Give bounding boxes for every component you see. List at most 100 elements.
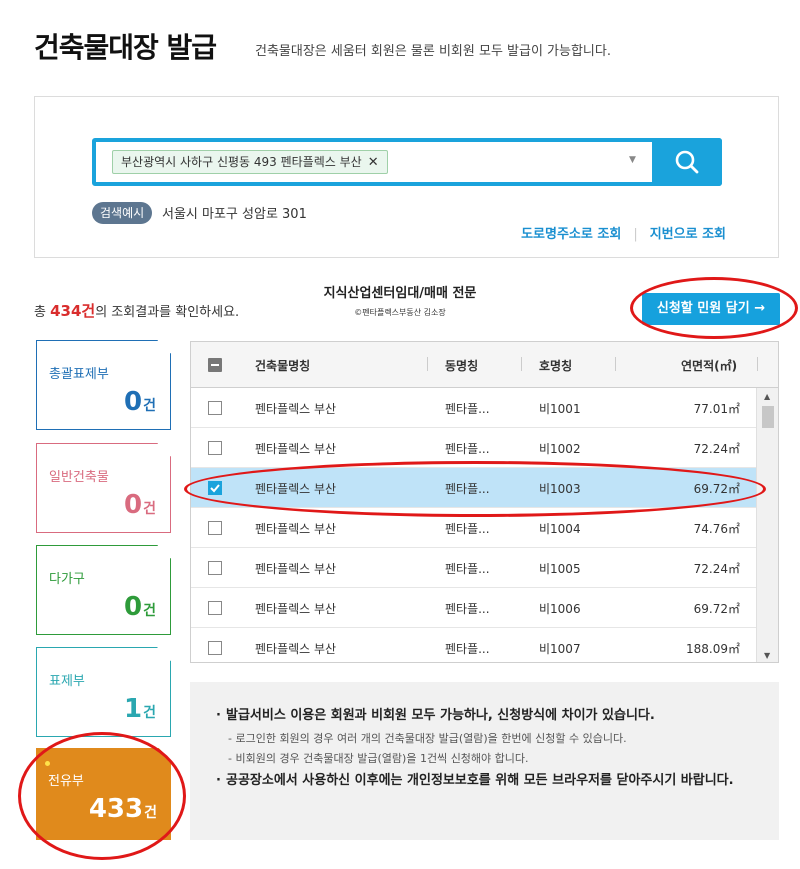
card-count-number: 0 <box>124 490 143 520</box>
card-count-unit: 건 <box>143 398 156 414</box>
select-all-checkbox[interactable] <box>208 358 222 372</box>
link-divider: | <box>633 227 638 242</box>
cell-dong: 펜타플... <box>445 642 490 656</box>
scroll-down-icon[interactable]: ▼ <box>764 651 770 660</box>
search-tag-label: 부산광역시 사하구 신평동 493 펜타플렉스 부산 <box>121 155 362 169</box>
cell-building-name: 펜타플렉스 부산 <box>255 482 337 496</box>
table-scrollbar[interactable]: ▲ ▼ <box>756 388 778 662</box>
cell-area: 69.72㎡ <box>693 602 740 616</box>
cell-dong: 펜타플... <box>445 482 490 496</box>
table-row[interactable]: 펜타플렉스 부산 펜타플... 비1005 72.24㎡ <box>191 548 758 588</box>
cell-area: 72.24㎡ <box>693 562 740 576</box>
header-divider <box>427 357 428 371</box>
header-divider <box>521 357 522 371</box>
category-card-general-building[interactable]: 일반건축물 0건 <box>36 443 171 533</box>
tag-close-icon[interactable]: ✕ <box>368 155 379 170</box>
search-button[interactable] <box>652 138 722 186</box>
card-label: 다가구 <box>49 572 85 587</box>
table-row[interactable]: 펜타플렉스 부산 펜타플... 비1001 77.01㎡ <box>191 388 758 428</box>
card-count-number: 1 <box>124 694 143 724</box>
card-label: 일반건축물 <box>49 470 109 485</box>
cell-building-name: 펜타플렉스 부산 <box>255 562 337 576</box>
row-checkbox[interactable] <box>208 401 222 415</box>
result-number: 434건 <box>50 302 96 320</box>
row-checkbox[interactable] <box>208 561 222 575</box>
page-description: 건축물대장은 세움터 회원은 물론 비회원 모두 발급이 가능합니다. <box>255 44 611 59</box>
chevron-down-icon[interactable]: ▼ <box>629 155 636 165</box>
table-row[interactable]: 펜타플렉스 부산 펜타플... 비1007 188.09㎡ <box>191 628 758 662</box>
results-table: 건축물명칭 동명칭 호명칭 연면적(㎡) 펜타플렉스 부산 펜타플... 비10… <box>190 341 779 663</box>
row-checkbox[interactable] <box>208 641 222 655</box>
notice-box: 발급서비스 이용은 회원과 비회원 모두 가능하나, 신청방식에 차이가 있습니… <box>190 682 779 840</box>
cell-dong: 펜타플... <box>445 402 490 416</box>
cell-ho: 비1001 <box>539 402 581 416</box>
table-header: 건축물명칭 동명칭 호명칭 연면적(㎡) <box>191 342 778 388</box>
row-checkbox[interactable] <box>208 521 222 535</box>
header-divider <box>757 357 758 371</box>
category-card-multi-household[interactable]: 다가구 0건 <box>36 545 171 635</box>
header-area: 연면적(㎡) <box>681 359 738 373</box>
search-mode-links: 도로명주소로 조회 | 지번으로 조회 <box>521 223 726 242</box>
cell-building-name: 펜타플렉스 부산 <box>255 402 337 416</box>
card-count-unit: 건 <box>143 705 156 721</box>
card-count: 0건 <box>124 592 156 622</box>
card-count: 0건 <box>124 387 156 417</box>
scroll-thumb[interactable] <box>762 406 774 428</box>
example-text: 서울시 마포구 성암로 301 <box>162 207 307 222</box>
example-badge: 검색예시 <box>92 202 153 224</box>
table-row[interactable]: 펜타플렉스 부산 펜타플... 비1004 74.76㎡ <box>191 508 758 548</box>
apply-cart-button[interactable]: 신청할 민원 담기 → <box>642 293 780 325</box>
notice-sub-2: - 비회원의 경우 건축물대장 발급(열람)을 1건씩 신청해야 합니다. <box>228 752 529 765</box>
result-prefix: 총 <box>34 305 51 320</box>
road-address-link[interactable]: 도로명주소로 조회 <box>521 227 621 242</box>
page-title: 건축물대장 발급 <box>34 31 217 64</box>
category-card-exclusive-unit[interactable]: 전유부 433건 <box>36 747 172 840</box>
search-input[interactable]: 부산광역시 사하구 신평동 493 펜타플렉스 부산 ✕ ▼ <box>92 138 722 186</box>
table-row[interactable]: 펜타플렉스 부산 펜타플... 비1002 72.24㎡ <box>191 428 758 468</box>
header-building-name: 건축물명칭 <box>255 359 311 373</box>
row-checkbox[interactable] <box>208 601 222 615</box>
lot-number-link[interactable]: 지번으로 조회 <box>650 227 726 242</box>
search-icon <box>675 150 699 174</box>
cell-ho: 비1005 <box>539 562 581 576</box>
cell-area: 69.72㎡ <box>693 482 740 496</box>
cell-dong: 펜타플... <box>445 602 490 616</box>
cell-area: 188.09㎡ <box>686 642 740 656</box>
active-dot-icon <box>45 761 50 766</box>
card-count-unit: 건 <box>143 603 156 619</box>
search-panel: 부산광역시 사하구 신평동 493 펜타플렉스 부산 ✕ ▼ 검색예시 서울시 마… <box>34 96 779 258</box>
cell-dong: 펜타플... <box>445 442 490 456</box>
cell-area: 77.01㎡ <box>693 402 740 416</box>
scroll-up-icon[interactable]: ▲ <box>764 392 770 401</box>
card-count: 433건 <box>89 794 157 824</box>
cell-building-name: 펜타플렉스 부산 <box>255 642 337 656</box>
table-row-selected[interactable]: 펜타플렉스 부산 펜타플... 비1003 69.72㎡ <box>191 468 758 508</box>
result-suffix: 의 조회결과를 확인하세요. <box>95 305 240 320</box>
card-count: 0건 <box>124 490 156 520</box>
header-dong: 동명칭 <box>445 359 479 373</box>
card-count-number: 0 <box>124 387 143 417</box>
header-divider <box>615 357 616 371</box>
cell-ho: 비1006 <box>539 602 581 616</box>
card-label: 전유부 <box>48 774 84 789</box>
cell-area: 72.24㎡ <box>693 442 740 456</box>
watermark: 지식산업센터임대/매매 전문 ©펜타플렉스부동산 김소장 <box>300 282 500 318</box>
category-card-general-summary[interactable]: 총괄표제부 0건 <box>36 340 171 430</box>
table-row[interactable]: 펜타플렉스 부산 펜타플... 비1006 69.72㎡ <box>191 588 758 628</box>
cell-ho: 비1007 <box>539 642 581 656</box>
cell-ho: 비1004 <box>539 522 581 536</box>
cell-dong: 펜타플... <box>445 562 490 576</box>
card-label: 표제부 <box>49 674 85 689</box>
cell-dong: 펜타플... <box>445 522 490 536</box>
card-count-unit: 건 <box>143 501 156 517</box>
cell-building-name: 펜타플렉스 부산 <box>255 602 337 616</box>
row-checkbox-checked[interactable] <box>208 481 222 495</box>
notice-sub-1: - 로그인한 회원의 경우 여러 개의 건축물대장 발급(열람)을 한번에 신청… <box>228 732 627 745</box>
search-tag: 부산광역시 사하구 신평동 493 펜타플렉스 부산 ✕ <box>112 150 388 174</box>
result-count: 총 434건의 조회결과를 확인하세요. <box>34 300 239 321</box>
category-card-title-section[interactable]: 표제부 1건 <box>36 647 171 737</box>
cell-building-name: 펜타플렉스 부산 <box>255 442 337 456</box>
card-count-number: 0 <box>124 592 143 622</box>
cell-ho: 비1003 <box>539 482 581 496</box>
row-checkbox[interactable] <box>208 441 222 455</box>
